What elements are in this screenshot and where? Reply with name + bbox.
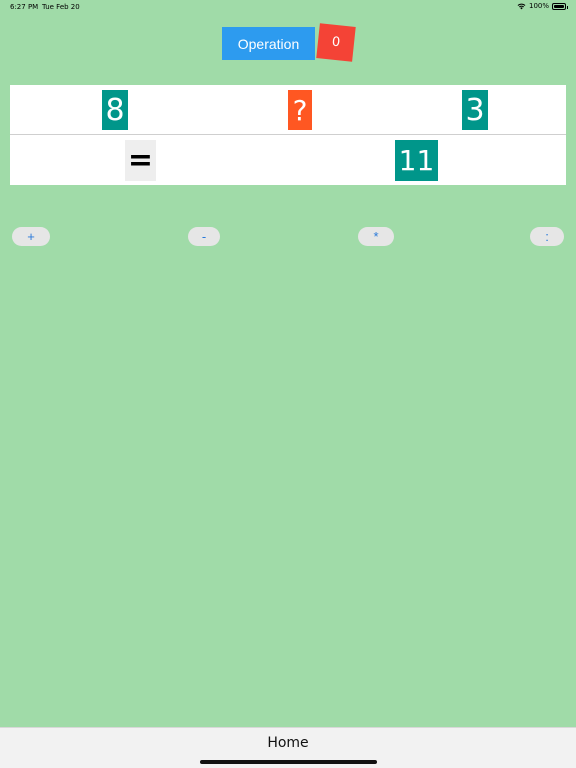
home-indicator xyxy=(200,760,377,764)
multiply-button[interactable]: * xyxy=(358,227,394,246)
divide-button[interactable]: : xyxy=(530,227,564,246)
status-right: 100% xyxy=(517,2,568,10)
battery-percent: 100% xyxy=(528,2,549,10)
wifi-icon xyxy=(517,3,526,10)
minus-button[interactable]: - xyxy=(188,227,220,246)
status-bar: 6:27 PM Tue Feb 20 100% xyxy=(0,0,576,14)
battery-fill xyxy=(554,4,564,8)
operation-button[interactable]: Operation xyxy=(222,27,315,60)
equation-row-bottom xyxy=(10,135,566,185)
score-badge: 0 xyxy=(316,23,356,62)
status-date: Tue Feb 20 xyxy=(42,3,80,11)
result-tile: 11 xyxy=(395,140,438,181)
unknown-operator-tile: ? xyxy=(288,90,312,130)
equals-tile: = xyxy=(125,140,156,181)
home-tab-label[interactable]: Home xyxy=(0,735,576,751)
left-operand-tile: 8 xyxy=(102,90,128,130)
plus-button[interactable]: + xyxy=(12,227,50,246)
right-operand-tile: 3 xyxy=(462,90,488,130)
battery-icon xyxy=(552,2,568,10)
status-time: 6:27 PM xyxy=(10,3,39,11)
